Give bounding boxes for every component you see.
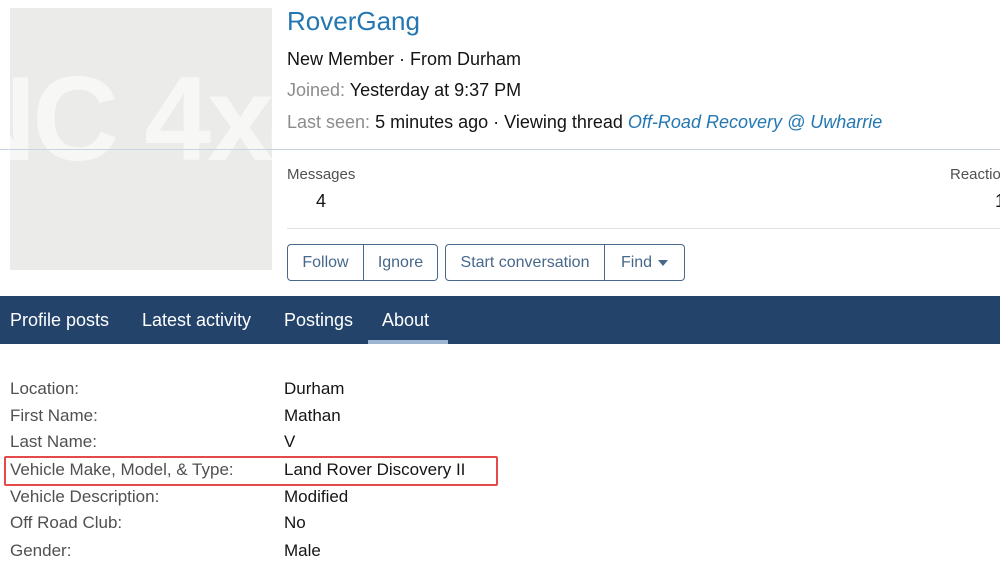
nc4x4-logo: NC 4x4 <box>10 8 272 270</box>
username[interactable]: RoverGang <box>287 6 420 37</box>
tab-latest-activity[interactable]: Latest activity <box>142 296 251 344</box>
highlight-box <box>4 456 498 486</box>
avatar[interactable]: NC 4x4 <box>10 8 272 270</box>
last-seen-label: Last seen: <box>287 112 371 132</box>
gender-label: Gender: <box>10 541 72 560</box>
svg-text:NC 4x4: NC 4x4 <box>10 52 272 186</box>
reactions-label: Reactio <box>950 166 1000 183</box>
vehicle-description-label: Vehicle Description: <box>10 487 160 506</box>
tab-about[interactable]: About <box>382 296 429 344</box>
tab-profile-posts[interactable]: Profile posts <box>10 296 109 344</box>
find-label: Find <box>620 253 653 271</box>
location-label: Location: <box>10 379 79 398</box>
location-value[interactable]: Durham <box>284 379 344 399</box>
start-conversation-button[interactable]: Start conversation <box>445 244 605 281</box>
first-name-value: Mathan <box>284 406 341 425</box>
messages-label: Messages <box>287 166 356 183</box>
follow-button[interactable]: Follow <box>287 244 364 281</box>
last-name-value: V <box>284 432 296 451</box>
reactions-count[interactable]: 1 <box>995 191 1000 212</box>
joined-value: Yesterday at 9:37 PM <box>349 80 522 100</box>
active-tab-indicator <box>368 340 448 344</box>
profile-tabs: Profile posts Latest activity Postings A… <box>0 296 1000 344</box>
viewing-thread-link[interactable]: Off-Road Recovery @ Uwharrie <box>628 112 882 132</box>
last-name-label: Last Name: <box>10 432 97 451</box>
tab-postings[interactable]: Postings <box>284 296 353 344</box>
stats-divider <box>287 228 1000 229</box>
off-road-club-value: No <box>284 513 306 532</box>
user-title: New Member · From Durham <box>287 49 522 69</box>
chevron-down-icon <box>658 259 669 266</box>
vehicle-description-value: Modified <box>284 487 349 506</box>
first-name-label: First Name: <box>10 406 98 425</box>
find-button[interactable]: Find <box>605 244 685 281</box>
off-road-club-label: Off Road Club: <box>10 513 123 532</box>
joined-line: Joined: Yesterday at 9:37 PM <box>287 80 521 101</box>
ignore-button[interactable]: Ignore <box>364 244 438 281</box>
joined-label: Joined: <box>287 80 346 100</box>
gender-value: Male <box>284 541 321 560</box>
last-seen-line: Last seen: 5 minutes ago · Viewing threa… <box>287 112 882 133</box>
messages-count[interactable]: 4 <box>316 191 326 212</box>
header-divider <box>0 149 1000 150</box>
last-seen-value: 5 minutes ago · Viewing thread <box>375 112 623 132</box>
